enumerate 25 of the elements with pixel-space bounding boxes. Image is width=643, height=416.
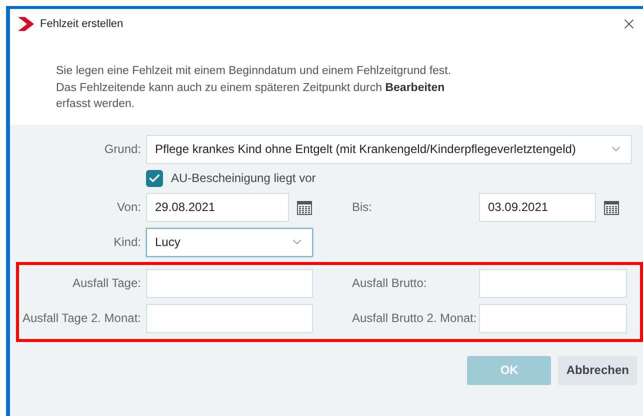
reason-dropdown[interactable]: Pflege krankes Kind ohne Entgelt (mit Krankengeld/Kinderpflegeverletztengeld) <box>146 134 632 164</box>
input-field[interactable] <box>146 268 313 298</box>
calendar-icon[interactable] <box>297 200 312 214</box>
calendar-icon[interactable] <box>604 200 619 214</box>
field-label: Ausfall Tage: <box>72 276 142 290</box>
field-label: Grund: <box>103 142 142 156</box>
field-label: Von: <box>116 200 142 214</box>
field-label: Kind: <box>112 235 142 249</box>
input-field[interactable] <box>479 304 627 332</box>
intro-text: Sie legen eine Fehlzeit mit einem Beginndatum und einem Fehlzeitgrund fest. Das Fehlzeitende kann auch zu einem späteren Zeitpunkt durch Bearbeiten erfasst werden. <box>56 64 452 112</box>
field-label: Ausfall Tage 2. Monat: <box>21 311 142 325</box>
input-field[interactable] <box>479 268 627 298</box>
checkbox[interactable] <box>146 170 163 186</box>
field-label: Ausfall Brutto: <box>352 276 428 290</box>
window-title: Fehlzeit erstellen <box>40 18 124 30</box>
cancel-button[interactable]: Abbrechen <box>558 356 637 384</box>
child-dropdown[interactable]: Lucy <box>146 228 313 256</box>
date-field[interactable]: 03.09.2021 <box>479 192 596 222</box>
checkbox-label: AU-Bescheinigung liegt vor <box>171 171 316 185</box>
field-label: Bis: <box>352 200 374 214</box>
date-field[interactable]: 29.08.2021 <box>146 192 289 222</box>
field-label: Ausfall Brutto 2. Monat: <box>352 311 478 325</box>
input-field[interactable] <box>146 304 313 332</box>
check-icon <box>148 172 161 184</box>
logo-icon <box>18 17 34 31</box>
